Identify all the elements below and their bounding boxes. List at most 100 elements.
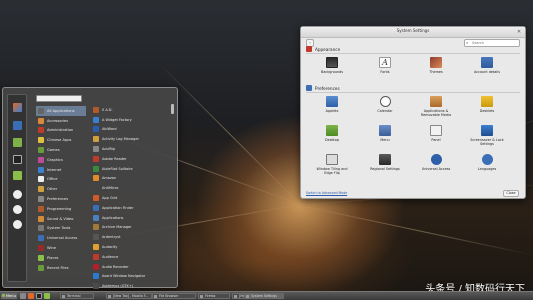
panel-icon xyxy=(430,125,442,136)
category-chinese-apps[interactable]: Chinese Apps xyxy=(36,135,86,145)
terminal-launcher-icon[interactable] xyxy=(36,293,42,299)
settings-item-themes[interactable]: Themes xyxy=(418,57,454,74)
logout-icon[interactable] xyxy=(13,205,22,214)
category-system-tools[interactable]: System Tools xyxy=(36,224,86,234)
close-icon[interactable]: ✕ xyxy=(516,29,522,35)
app-item[interactable]: Archive Manager xyxy=(91,223,173,233)
accessibility-icon xyxy=(430,154,442,165)
app-icon xyxy=(93,214,99,221)
app-item[interactable]: Avidemux (GTK+) xyxy=(91,281,173,291)
settings-item-label: Calendar xyxy=(377,109,393,113)
app-icon xyxy=(93,136,99,143)
app-item[interactable]: Activity Log Manager xyxy=(91,134,173,144)
files-launcher-icon[interactable] xyxy=(44,293,50,299)
preferences-heading-label: Preferences xyxy=(315,85,340,91)
category-programming[interactable]: Programming xyxy=(36,204,86,214)
app-item[interactable]: AbiWord xyxy=(91,125,173,135)
settings-item-languages[interactable]: Languages xyxy=(469,154,505,171)
menu-button[interactable]: Menu xyxy=(1,293,17,299)
software-manager-icon[interactable] xyxy=(13,138,22,147)
power-icon[interactable] xyxy=(13,220,22,229)
app-item[interactable]: AisleRiot Solitaire xyxy=(91,164,173,174)
show-desktop-icon[interactable] xyxy=(20,293,26,299)
category-accessories[interactable]: Accessories xyxy=(36,116,86,126)
settings-item-desktop[interactable]: Desktop xyxy=(314,125,350,142)
app-item[interactable]: App Grid xyxy=(91,193,173,203)
desktop-icon xyxy=(326,125,338,136)
app-item[interactable]: Audience xyxy=(91,252,173,262)
app-list-scrollbar[interactable] xyxy=(171,104,174,114)
task-system-settings[interactable]: System Settings xyxy=(244,293,284,299)
category-places[interactable]: Places xyxy=(36,253,86,263)
app-icon xyxy=(93,244,99,251)
task-firefox-new-tab[interactable]: [New Tab] - Mozilla F... xyxy=(106,293,152,299)
wine-icon xyxy=(38,245,44,252)
settings-item-window-tiling[interactable]: Window Tiling and Edge Flip xyxy=(314,154,350,175)
category-preferences[interactable]: Preferences xyxy=(36,194,86,204)
app-item[interactable]: Adobe Reader xyxy=(91,154,173,164)
settings-item-calendar[interactable]: Calendar xyxy=(367,96,403,113)
folder-icon[interactable] xyxy=(13,171,22,180)
settings-item-screensaver-lock[interactable]: Screensaver & Lock Settings xyxy=(469,125,505,146)
settings-item-fonts[interactable]: A Fonts xyxy=(367,57,403,74)
settings-item-applications-removable-media[interactable]: Applications & Removable Media xyxy=(418,96,454,117)
category-internet[interactable]: Internet xyxy=(36,165,86,175)
terminal-icon[interactable] xyxy=(13,155,22,164)
app-item[interactable]: Applications xyxy=(91,213,173,223)
category-sound-video[interactable]: Sound & Video xyxy=(36,214,86,224)
settings-item-label: Languages xyxy=(477,167,497,171)
lock-screen-icon[interactable] xyxy=(13,190,22,199)
app-label: AntiMicro xyxy=(102,186,119,191)
settings-search-input[interactable]: ⌕ Search xyxy=(464,39,520,47)
app-item[interactable]: Application Finder xyxy=(91,203,173,213)
menu-search-input[interactable] xyxy=(36,95,82,102)
app-item[interactable]: AntiMicro xyxy=(91,183,173,193)
category-label: Administration xyxy=(47,128,74,133)
close-button[interactable]: Close xyxy=(503,190,519,197)
app-item[interactable]: Ardentryst xyxy=(91,232,173,242)
app-label: Activity Log Manager xyxy=(102,137,139,142)
settings-item-regional[interactable]: Regional Settings xyxy=(367,154,403,171)
task-terminal[interactable]: Terminal xyxy=(60,293,94,299)
category-universal-access[interactable]: Universal Access xyxy=(36,233,86,243)
app-item[interactable]: 0 A.D. xyxy=(91,105,173,115)
app-icon xyxy=(93,263,99,270)
category-label: Sound & Video xyxy=(47,216,74,221)
settings-titlebar[interactable]: System Settings ✕ xyxy=(301,27,525,38)
settings-footer: Switch to Advanced Mode Close xyxy=(301,189,525,198)
app-item[interactable]: Audio Recorder xyxy=(91,262,173,272)
category-administration[interactable]: Administration xyxy=(36,126,86,136)
category-all-applications[interactable]: All Applications xyxy=(36,106,86,116)
settings-item-universal-access[interactable]: Universal Access xyxy=(418,154,454,171)
settings-item-panel[interactable]: Panel xyxy=(418,125,454,142)
app-item[interactable]: A Widget Factory xyxy=(91,115,173,125)
task-firefox[interactable]: Firefox xyxy=(198,293,230,299)
category-graphics[interactable]: Graphics xyxy=(36,155,86,165)
settings-item-applets[interactable]: Applets xyxy=(314,96,350,113)
app-item[interactable]: Amazon xyxy=(91,174,173,184)
settings-item-desklets[interactable]: Desklets xyxy=(469,96,505,113)
app-icon xyxy=(93,175,99,182)
app-item[interactable]: Avant Window Navigator xyxy=(91,272,173,282)
category-other[interactable]: Other xyxy=(36,184,86,194)
app-item[interactable]: AcidRip xyxy=(91,144,173,154)
firefox-launcher-icon[interactable] xyxy=(28,293,34,299)
task-file-browser[interactable]: File Browser xyxy=(152,293,196,299)
graphics-icon xyxy=(38,156,44,163)
settings-item-backgrounds[interactable]: Backgrounds xyxy=(314,57,350,74)
category-wine[interactable]: Wine xyxy=(36,243,86,253)
settings-item-account-details[interactable]: Account details xyxy=(469,57,505,74)
category-office[interactable]: Office xyxy=(36,175,86,185)
category-games[interactable]: Games xyxy=(36,145,86,155)
firefox-icon[interactable] xyxy=(13,103,22,112)
category-recent-files[interactable]: Recent Files xyxy=(36,263,86,273)
settings-item-menu[interactable]: Menu xyxy=(367,125,403,142)
settings-icon[interactable] xyxy=(13,121,22,130)
app-label: Audience xyxy=(102,254,119,259)
settings-item-label: Desklets xyxy=(479,109,495,113)
category-label: Games xyxy=(47,148,60,153)
office-icon xyxy=(38,176,44,183)
app-item[interactable]: Audacity xyxy=(91,242,173,252)
advanced-mode-link[interactable]: Switch to Advanced Mode xyxy=(306,191,347,195)
app-label: App Grid xyxy=(102,196,118,201)
